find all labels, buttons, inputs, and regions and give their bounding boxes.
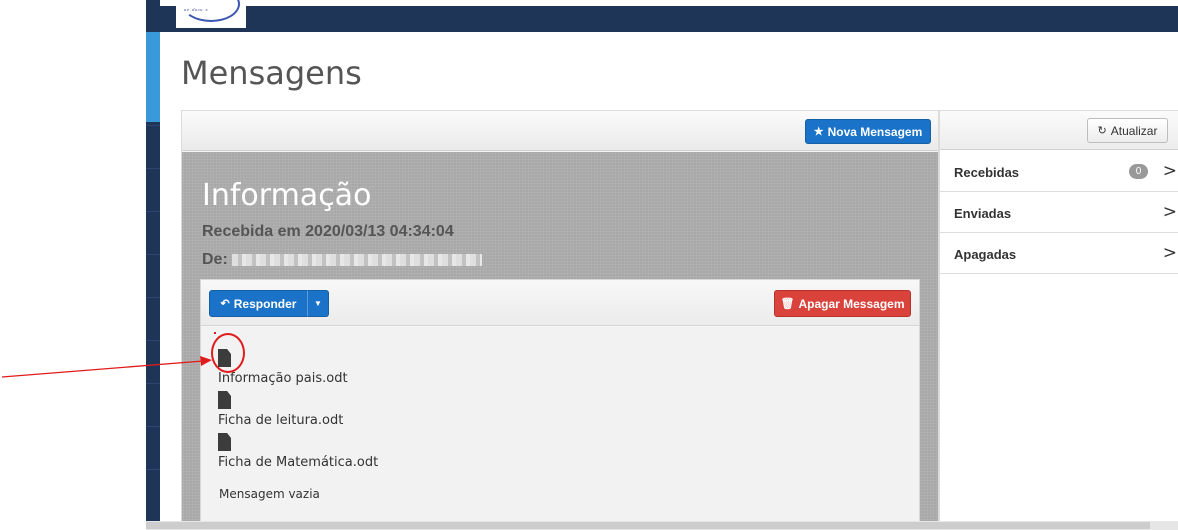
new-message-button[interactable]: ★ Nova Mensagem bbox=[805, 119, 931, 144]
message-panel: ★ Nova Mensagem Informação Recebida em 2… bbox=[181, 110, 939, 530]
attachment-name[interactable]: Ficha de Matemática.odt bbox=[218, 455, 378, 470]
folders-panel: ↻ Atualizar Recebidas 0 > Enviadas > Apa… bbox=[939, 110, 1178, 530]
attachment-name[interactable]: Ficha de leitura.odt bbox=[218, 413, 343, 428]
caret-down-icon: ▼ bbox=[314, 299, 322, 308]
refresh-label: Atualizar bbox=[1110, 123, 1158, 138]
new-message-label: Nova Mensagem bbox=[827, 124, 923, 139]
folder-label: Recebidas bbox=[954, 165, 1020, 180]
trash-icon: 🗑 bbox=[780, 298, 795, 310]
annotation-circle bbox=[211, 333, 245, 373]
page-title: Mensagens bbox=[181, 54, 362, 92]
message-body: Informação pais.odt Ficha de leitura.odt… bbox=[201, 327, 919, 530]
chevron-right-icon: > bbox=[1162, 202, 1177, 222]
sender-name-redacted bbox=[231, 253, 482, 266]
message-content-box: ↶ Responder ▼ 🗑 Apagar Messagem Informaç… bbox=[200, 279, 920, 530]
message-received-date: Recebida em 2020/03/13 04:34:04 bbox=[202, 223, 454, 240]
file-icon[interactable] bbox=[218, 391, 231, 409]
reply-label: Responder bbox=[233, 296, 297, 311]
reply-options-dropdown[interactable]: ▼ bbox=[307, 290, 329, 317]
delete-message-button[interactable]: 🗑 Apagar Messagem bbox=[774, 290, 911, 317]
folder-label: Apagadas bbox=[954, 247, 1017, 262]
horizontal-scrollbar[interactable] bbox=[146, 521, 1178, 530]
sidebar-active-indicator bbox=[146, 32, 160, 122]
star-icon: ★ bbox=[813, 126, 824, 138]
sender-label: De: bbox=[202, 251, 228, 268]
message-actions-bar: ↶ Responder ▼ 🗑 Apagar Messagem bbox=[201, 280, 919, 326]
file-icon[interactable] bbox=[218, 433, 231, 451]
annotation-mark bbox=[214, 332, 216, 334]
message-panel-toolbar: ★ Nova Mensagem bbox=[182, 111, 938, 151]
chevron-right-icon: > bbox=[1162, 161, 1177, 181]
folder-item-recebidas[interactable]: Recebidas 0 > bbox=[940, 151, 1178, 192]
unread-count-badge: 0 bbox=[1129, 164, 1148, 179]
message-subject: Informação bbox=[202, 178, 372, 213]
message-body-text: Mensagem vazia bbox=[219, 487, 320, 501]
attachment-name[interactable]: Informação pais.odt bbox=[218, 371, 348, 386]
school-logo[interactable]: ᵃᵉ ᵈᵒᶜᵘ ˢ bbox=[176, 0, 246, 28]
folder-label: Enviadas bbox=[954, 206, 1012, 221]
reply-button[interactable]: ↶ Responder bbox=[209, 290, 308, 317]
delete-message-label: Apagar Messagem bbox=[798, 296, 905, 311]
folder-item-apagadas[interactable]: Apagadas > bbox=[940, 233, 1178, 274]
top-navbar bbox=[146, 6, 1178, 32]
message-sender: De: bbox=[202, 251, 482, 269]
folders-toolbar: ↻ Atualizar bbox=[940, 110, 1178, 150]
message-view: Informação Recebida em 2020/03/13 04:34:… bbox=[182, 152, 938, 530]
refresh-button[interactable]: ↻ Atualizar bbox=[1087, 118, 1168, 143]
refresh-icon: ↻ bbox=[1097, 125, 1107, 137]
scrollbar-thumb[interactable] bbox=[146, 522, 1150, 529]
chevron-right-icon: > bbox=[1162, 243, 1177, 263]
folder-item-enviadas[interactable]: Enviadas > bbox=[940, 192, 1178, 233]
reply-icon: ↶ bbox=[220, 298, 230, 310]
